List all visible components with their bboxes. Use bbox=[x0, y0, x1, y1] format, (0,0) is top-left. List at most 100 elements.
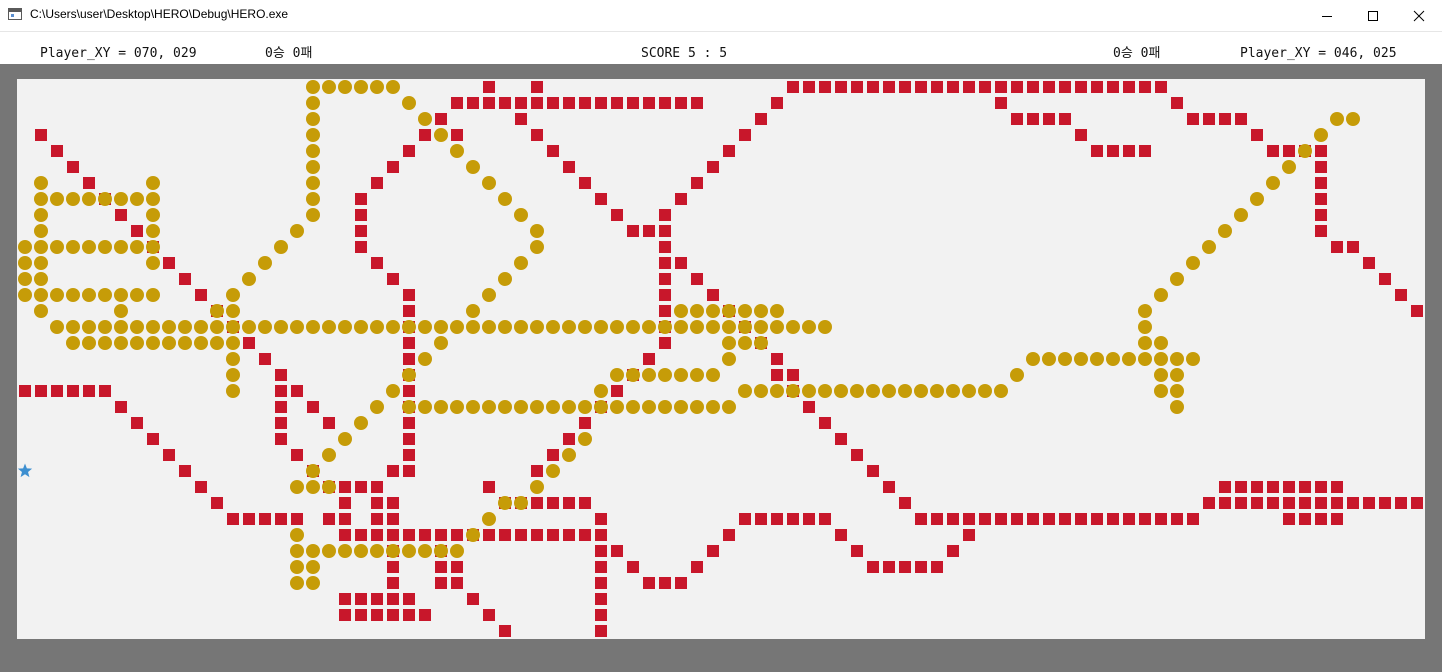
gold-trail-dot bbox=[210, 336, 224, 350]
gold-trail-dot bbox=[690, 320, 704, 334]
red-trail-block bbox=[1155, 81, 1167, 93]
red-trail-block bbox=[771, 513, 783, 525]
red-trail-block bbox=[531, 129, 543, 141]
gold-trail-dot bbox=[306, 192, 320, 206]
red-trail-block bbox=[595, 593, 607, 605]
red-trail-block bbox=[515, 529, 527, 541]
red-trail-block bbox=[915, 81, 927, 93]
gold-trail-dot bbox=[802, 320, 816, 334]
red-trail-block bbox=[579, 177, 591, 189]
gold-trail-dot bbox=[466, 320, 480, 334]
red-trail-block bbox=[851, 81, 863, 93]
red-trail-block bbox=[531, 465, 543, 477]
gold-trail-dot bbox=[1090, 352, 1104, 366]
gold-trail-dot bbox=[722, 352, 736, 366]
gold-trail-dot bbox=[338, 320, 352, 334]
gold-trail-dot bbox=[50, 320, 64, 334]
red-trail-block bbox=[51, 385, 63, 397]
red-trail-block bbox=[403, 529, 415, 541]
gold-trail-dot bbox=[82, 336, 96, 350]
gold-trail-dot bbox=[226, 288, 240, 302]
red-trail-block bbox=[963, 529, 975, 541]
red-trail-block bbox=[35, 129, 47, 141]
gold-trail-dot bbox=[546, 400, 560, 414]
gold-trail-dot bbox=[498, 272, 512, 286]
red-trail-block bbox=[1187, 513, 1199, 525]
red-trail-block bbox=[387, 513, 399, 525]
red-trail-block bbox=[243, 337, 255, 349]
gold-trail-dot bbox=[306, 320, 320, 334]
gold-trail-dot bbox=[594, 384, 608, 398]
red-trail-block bbox=[307, 401, 319, 413]
gold-trail-dot bbox=[450, 320, 464, 334]
red-trail-block bbox=[1235, 113, 1247, 125]
red-trail-block bbox=[1171, 513, 1183, 525]
red-trail-block bbox=[515, 97, 527, 109]
gold-trail-dot bbox=[786, 320, 800, 334]
red-trail-block bbox=[1347, 241, 1359, 253]
red-trail-block bbox=[1091, 513, 1103, 525]
gold-trail-dot bbox=[946, 384, 960, 398]
red-trail-block bbox=[131, 417, 143, 429]
gold-trail-dot bbox=[306, 96, 320, 110]
red-trail-block bbox=[659, 289, 671, 301]
red-trail-block bbox=[387, 577, 399, 589]
red-trail-block bbox=[499, 97, 511, 109]
red-trail-block bbox=[707, 545, 719, 557]
red-trail-block bbox=[451, 97, 463, 109]
red-trail-block bbox=[531, 97, 543, 109]
red-trail-block bbox=[1059, 113, 1071, 125]
red-trail-block bbox=[1123, 145, 1135, 157]
red-trail-block bbox=[1043, 81, 1055, 93]
red-trail-block bbox=[1091, 145, 1103, 157]
red-trail-block bbox=[483, 481, 495, 493]
gold-trail-dot bbox=[226, 304, 240, 318]
gold-trail-dot bbox=[66, 336, 80, 350]
gold-trail-dot bbox=[1314, 128, 1328, 142]
gold-trail-dot bbox=[114, 288, 128, 302]
gold-trail-dot bbox=[418, 352, 432, 366]
minimize-button[interactable] bbox=[1304, 0, 1350, 31]
gold-trail-dot bbox=[194, 336, 208, 350]
red-trail-block bbox=[1027, 81, 1039, 93]
gold-trail-dot bbox=[274, 320, 288, 334]
red-trail-block bbox=[1283, 145, 1295, 157]
red-trail-block bbox=[979, 513, 991, 525]
gold-trail-dot bbox=[850, 384, 864, 398]
gold-trail-dot bbox=[34, 224, 48, 238]
red-trail-block bbox=[1091, 81, 1103, 93]
gold-trail-dot bbox=[66, 320, 80, 334]
gold-trail-dot bbox=[146, 336, 160, 350]
red-trail-block bbox=[595, 193, 607, 205]
red-trail-block bbox=[1315, 177, 1327, 189]
gold-trail-dot bbox=[18, 240, 32, 254]
gold-trail-dot bbox=[322, 544, 336, 558]
gold-trail-dot bbox=[1106, 352, 1120, 366]
red-trail-block bbox=[547, 145, 559, 157]
gold-trail-dot bbox=[674, 368, 688, 382]
gold-trail-dot bbox=[290, 224, 304, 238]
red-trail-block bbox=[339, 513, 351, 525]
gold-trail-dot bbox=[466, 160, 480, 174]
gold-trail-dot bbox=[546, 320, 560, 334]
gold-trail-dot bbox=[722, 336, 736, 350]
gold-trail-dot bbox=[1042, 352, 1056, 366]
game-board[interactable] bbox=[17, 79, 1425, 639]
gold-trail-dot bbox=[146, 288, 160, 302]
red-trail-block bbox=[1331, 481, 1343, 493]
red-trail-block bbox=[659, 209, 671, 221]
maximize-button[interactable] bbox=[1350, 0, 1396, 31]
gold-trail-dot bbox=[322, 480, 336, 494]
close-button[interactable] bbox=[1396, 0, 1442, 31]
gold-trail-dot bbox=[1138, 352, 1152, 366]
red-trail-block bbox=[627, 225, 639, 237]
red-trail-block bbox=[387, 273, 399, 285]
red-trail-block bbox=[803, 81, 815, 93]
gold-trail-dot bbox=[530, 320, 544, 334]
red-trail-block bbox=[595, 561, 607, 573]
gold-trail-dot bbox=[482, 320, 496, 334]
right-player-coordinates: Player_XY = 046, 025 bbox=[1240, 46, 1397, 61]
red-trail-block bbox=[275, 417, 287, 429]
gold-trail-dot bbox=[642, 400, 656, 414]
red-trail-block bbox=[1315, 193, 1327, 205]
